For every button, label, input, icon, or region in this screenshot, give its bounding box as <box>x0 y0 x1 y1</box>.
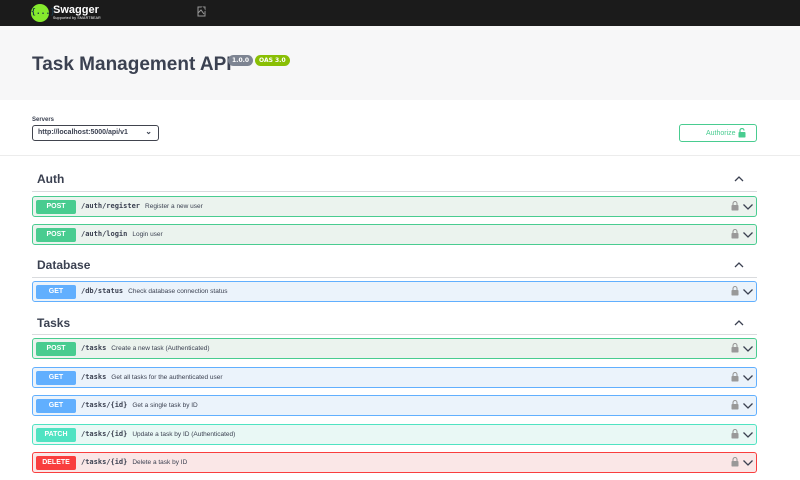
operation-get-task-by-id[interactable]: GET /tasks/{id} Get a single task by ID <box>32 395 757 416</box>
operation-summary: Login user <box>132 231 163 238</box>
operation-path: /tasks/{id} <box>81 430 128 438</box>
section-title-tasks[interactable]: Tasks <box>37 316 70 330</box>
logo-subtitle: Supported by SMARTBEAR <box>53 16 101 21</box>
operation-get-tasks[interactable]: GET /tasks Get all tasks for the authenti… <box>32 367 757 388</box>
operation-get-db-status[interactable]: GET /db/status Check database connection … <box>32 281 757 302</box>
section-divider <box>32 334 757 335</box>
section-divider <box>32 191 757 192</box>
method-badge: GET <box>36 371 76 385</box>
method-badge: POST <box>36 342 76 356</box>
servers-select[interactable]: http://localhost:5000/api/v1 ⌄ <box>32 125 159 141</box>
operation-summary: Update a task by ID (Authenticated) <box>132 431 236 438</box>
operation-path: /tasks/{id} <box>81 458 128 466</box>
broken-image-icon <box>197 6 206 17</box>
servers-selected-value: http://localhost:5000/api/v1 <box>38 129 128 136</box>
authorize-label: Authorize <box>706 129 736 137</box>
section-divider <box>32 277 757 278</box>
chevron-down-icon[interactable] <box>742 203 754 211</box>
method-badge: POST <box>36 200 76 214</box>
operation-summary: Create a new task (Authenticated) <box>111 345 210 352</box>
operation-post-tasks[interactable]: POST /tasks Create a new task (Authentica… <box>32 338 757 359</box>
version-badge: 1.0.0 <box>228 55 254 66</box>
lock-icon[interactable] <box>731 457 739 467</box>
operation-path: /auth/register <box>81 202 141 210</box>
lock-icon[interactable] <box>731 229 739 239</box>
chevron-down-icon[interactable] <box>742 231 754 239</box>
operation-path: /tasks/{id} <box>81 401 128 409</box>
chevron-up-icon[interactable] <box>733 319 745 327</box>
servers-label: Servers <box>32 117 55 123</box>
section-title-auth[interactable]: Auth <box>37 172 64 186</box>
operation-summary: Delete a task by ID <box>132 459 188 466</box>
lock-icon[interactable] <box>731 372 739 382</box>
lock-open-icon <box>738 128 746 138</box>
operation-path: /tasks <box>81 344 107 352</box>
lock-icon[interactable] <box>731 286 739 296</box>
operation-path: /auth/login <box>81 230 128 238</box>
operation-delete-task-by-id[interactable]: DELETE /tasks/{id} Delete a task by ID <box>32 452 757 473</box>
logo-name: Swagger <box>53 4 99 17</box>
method-badge: GET <box>36 399 76 413</box>
chevron-down-icon: ⌄ <box>145 127 152 136</box>
chevron-down-icon[interactable] <box>742 459 754 467</box>
lock-icon[interactable] <box>731 343 739 353</box>
lock-icon[interactable] <box>731 400 739 410</box>
chevron-down-icon[interactable] <box>742 288 754 296</box>
page-title: Task Management API <box>32 54 232 75</box>
operation-summary: Check database connection status <box>128 288 228 295</box>
method-badge: DELETE <box>36 456 76 470</box>
lock-icon[interactable] <box>731 201 739 211</box>
swagger-logo-icon: {...} <box>31 4 55 22</box>
operation-path: /db/status <box>81 287 124 295</box>
section-title-database[interactable]: Database <box>37 258 90 272</box>
method-badge: POST <box>36 228 76 242</box>
method-badge: PATCH <box>36 428 76 442</box>
swagger-logo[interactable]: {...} Swagger Supported by SMARTBEAR <box>31 3 101 23</box>
chevron-up-icon[interactable] <box>733 175 745 183</box>
operation-post-auth-login[interactable]: POST /auth/login Login user <box>32 224 757 245</box>
oas-badge: OAS 3.0 <box>255 55 290 66</box>
authorize-button[interactable]: Authorize <box>679 124 757 142</box>
chevron-down-icon[interactable] <box>742 402 754 410</box>
operation-patch-task-by-id[interactable]: PATCH /tasks/{id} Update a task by ID (Au… <box>32 424 757 445</box>
method-badge: GET <box>36 285 76 299</box>
operation-summary: Register a new user <box>145 203 203 210</box>
chevron-down-icon[interactable] <box>742 345 754 353</box>
operation-path: /tasks <box>81 373 107 381</box>
chevron-up-icon[interactable] <box>733 261 745 269</box>
lock-icon[interactable] <box>731 429 739 439</box>
chevron-down-icon[interactable] <box>742 374 754 382</box>
topbar: {...} Swagger Supported by SMARTBEAR <box>0 0 800 26</box>
operation-summary: Get all tasks for the authenticated user <box>111 374 223 381</box>
operation-summary: Get a single task by ID <box>132 402 198 409</box>
operation-post-auth-register[interactable]: POST /auth/register Register a new user <box>32 196 757 217</box>
chevron-down-icon[interactable] <box>742 431 754 439</box>
